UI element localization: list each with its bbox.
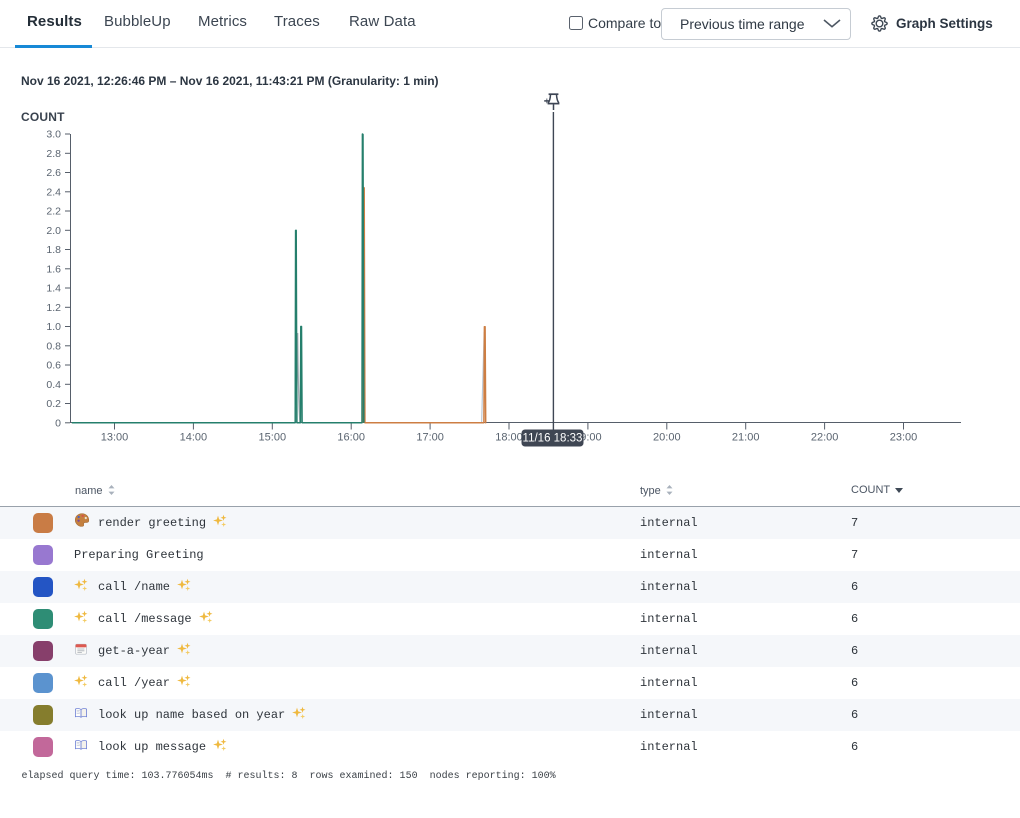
svg-text:1.2: 1.2	[46, 302, 61, 314]
svg-text:2.6: 2.6	[46, 167, 61, 179]
svg-text:1.6: 1.6	[46, 264, 61, 276]
svg-text:18:00: 18:00	[495, 432, 523, 444]
svg-text:15:00: 15:00	[259, 432, 287, 444]
svg-text:14:00: 14:00	[180, 432, 208, 444]
svg-text:2.2: 2.2	[46, 206, 61, 218]
svg-text:2.4: 2.4	[46, 187, 61, 199]
svg-text:3.0: 3.0	[46, 129, 61, 141]
svg-text:1.8: 1.8	[46, 244, 61, 256]
svg-text:21:00: 21:00	[732, 432, 760, 444]
svg-text:1.0: 1.0	[46, 321, 61, 333]
svg-text:0.2: 0.2	[46, 398, 61, 410]
svg-text:13:00: 13:00	[101, 432, 129, 444]
svg-text:23:00: 23:00	[890, 432, 918, 444]
svg-text:0.4: 0.4	[46, 379, 61, 391]
svg-text:16:00: 16:00	[337, 432, 365, 444]
svg-text:2.8: 2.8	[46, 148, 61, 160]
svg-text:0.8: 0.8	[46, 341, 61, 353]
svg-text:17:00: 17:00	[416, 432, 444, 444]
svg-text:1.4: 1.4	[46, 283, 61, 295]
svg-text:20:00: 20:00	[653, 432, 681, 444]
svg-text:11/16 18:33: 11/16 18:33	[523, 433, 583, 445]
svg-text:2.0: 2.0	[46, 225, 61, 237]
svg-text:0: 0	[55, 418, 61, 430]
svg-text:22:00: 22:00	[811, 432, 839, 444]
svg-text:0.6: 0.6	[46, 360, 61, 372]
